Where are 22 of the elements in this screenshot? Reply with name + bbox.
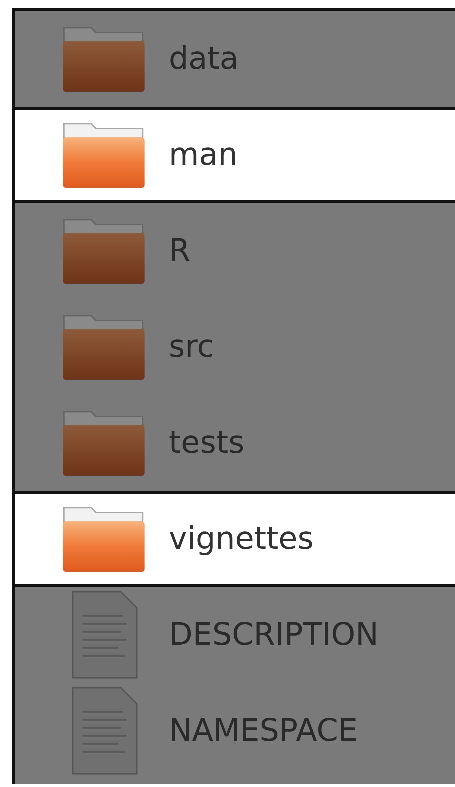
file-name: vignettes: [169, 521, 314, 557]
folder-icon: [61, 408, 147, 478]
file-name: tests: [169, 425, 245, 461]
file-row[interactable]: DESCRIPTION: [15, 587, 455, 683]
file-row[interactable]: NAMESPACE: [15, 683, 455, 779]
folder-icon: [61, 216, 147, 286]
folder-icon: [61, 504, 147, 574]
file-row[interactable]: vignettes: [15, 491, 455, 587]
file-name: man: [169, 137, 238, 173]
file-name: data: [169, 41, 239, 77]
file-name: src: [169, 329, 214, 365]
file-row[interactable]: src: [15, 299, 455, 395]
file-name: DESCRIPTION: [169, 617, 379, 653]
folder-icon: [61, 120, 147, 190]
folder-icon: [61, 24, 147, 94]
file-row[interactable]: tests: [15, 395, 455, 491]
file-name: R: [169, 233, 191, 269]
file-row[interactable]: data: [15, 11, 455, 107]
file-name: NAMESPACE: [169, 713, 358, 749]
file-row[interactable]: R: [15, 203, 455, 299]
folder-icon: [61, 312, 147, 382]
file-row[interactable]: man: [15, 107, 455, 203]
